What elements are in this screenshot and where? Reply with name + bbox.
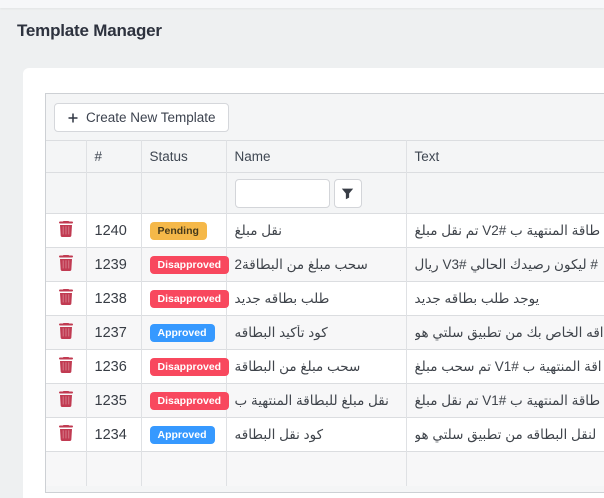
templates-table-wrapper: Create New Template # Status Name Text [45,93,604,493]
status-badge: Approved [150,324,215,343]
delete-row-button[interactable] [55,253,77,273]
column-header-id[interactable]: # [86,141,141,173]
filter-cell-name [226,173,406,214]
column-header-name[interactable]: Name [226,141,406,173]
status-badge: Disapproved [150,392,230,411]
row-id: 1238 [86,282,141,316]
row-id: 1235 [86,384,141,418]
table-row: 1236 Disapproved سحب مبلغ من البطاقة اقة… [46,350,604,384]
row-id: 1237 [86,316,141,350]
table-row: 1234 Approved كود نقل البطاقه لنقل البطا… [46,418,604,452]
table-filter-row [46,173,604,214]
top-nav-edge [0,0,604,8]
plus-icon [67,112,79,124]
row-text: اقه الخاص بك من تطبيق سلتي هو [415,325,604,341]
row-name: سحب مبلغ من البطاقة2 [235,257,398,273]
status-badge: Disapproved [150,290,230,309]
trash-icon [59,323,73,339]
filter-cell-delete [46,173,86,214]
column-header-status[interactable]: Status [141,141,226,173]
filter-cell-status [141,173,226,214]
row-text: يوجد طلب بطاقه جديد [415,291,604,307]
row-text: لنقل البطاقه من تطبيق سلتي هو [415,427,604,443]
column-header-delete [46,141,86,173]
table-row: 1238 Disapproved طلب بطاقه جديد يوجد طلب… [46,282,604,316]
delete-row-button[interactable] [55,423,77,443]
delete-row-button[interactable] [55,219,77,239]
delete-row-button[interactable] [55,355,77,375]
table-row-partial [46,452,604,486]
status-badge: Disapproved [150,256,230,275]
name-filter-input[interactable] [235,179,330,208]
status-badge: Pending [150,222,207,241]
row-id: 1236 [86,350,141,384]
table-toolbar: Create New Template [46,94,604,140]
templates-table: # Status Name Text [46,140,604,486]
row-id: 1240 [86,214,141,248]
row-name: طلب بطاقه جديد [235,291,398,307]
column-header-text[interactable]: Text [406,141,604,173]
row-name: كود تأكيد البطاقه [235,325,398,341]
row-text: اقة المنتهية ب #V1 تم سحب مبلغ [415,359,604,375]
table-row: 1240 Pending نقل مبلغ طاقة المنتهية ب #V… [46,214,604,248]
delete-row-button[interactable] [55,287,77,307]
table-row: 1239 Disapproved سحب مبلغ من البطاقة2 # … [46,248,604,282]
funnel-icon [341,187,354,200]
row-name: سحب مبلغ من البطاقة [235,359,398,375]
trash-icon [59,289,73,305]
trash-icon [59,255,73,271]
trash-icon [59,425,73,441]
table-header-row: # Status Name Text [46,141,604,173]
create-new-template-button[interactable]: Create New Template [54,103,229,132]
status-badge: Approved [150,426,215,445]
trash-icon [59,221,73,237]
row-name: نقل مبلغ للبطاقة المنتهية ب [235,393,398,409]
table-row: 1237 Approved كود تأكيد البطاقه اقه الخا… [46,316,604,350]
name-filter-button[interactable] [334,179,362,208]
row-text: طاقة المنتهية ب #V1 تم نقل مبلغ [415,393,604,409]
filter-cell-text [406,173,604,214]
create-new-template-label: Create New Template [86,110,216,125]
content-card: Create New Template # Status Name Text [23,68,604,498]
table-row: 1235 Disapproved نقل مبلغ للبطاقة المنته… [46,384,604,418]
row-text: # ليكون رصيدك الحالي #V3 ريال [415,257,604,273]
row-text: طاقة المنتهية ب #V2 تم نقل مبلغ [415,223,604,239]
row-id: 1234 [86,418,141,452]
row-name: نقل مبلغ [235,223,398,239]
delete-row-button[interactable] [55,389,77,409]
filter-cell-id [86,173,141,214]
status-badge: Disapproved [150,358,230,377]
page-title: Template Manager [17,21,162,41]
row-name: كود نقل البطاقه [235,427,398,443]
row-id: 1239 [86,248,141,282]
delete-row-button[interactable] [55,321,77,341]
trash-icon [59,391,73,407]
trash-icon [59,357,73,373]
